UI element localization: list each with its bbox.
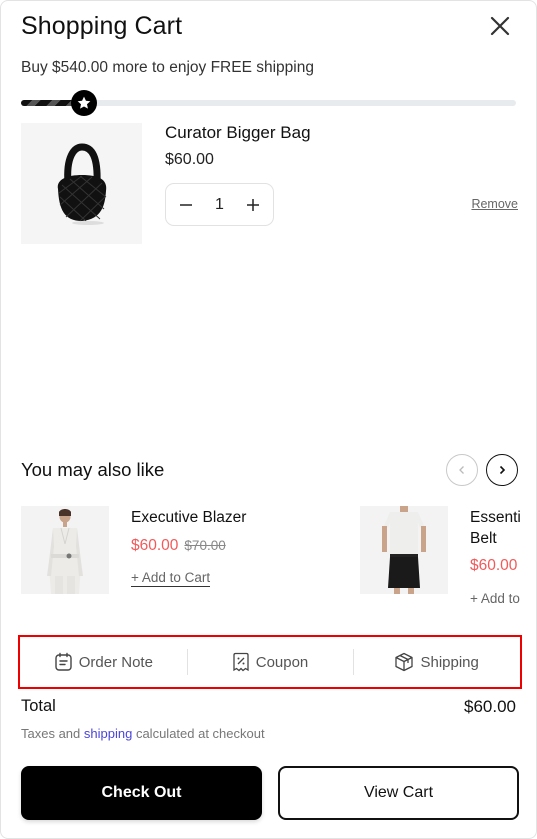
- cart-header: Shopping Cart: [21, 9, 516, 43]
- compare-price: $70.00: [184, 538, 226, 553]
- coupon-button[interactable]: Coupon: [186, 637, 354, 687]
- close-button[interactable]: [488, 14, 512, 38]
- add-to-cart-link[interactable]: + Add to Cart: [470, 590, 520, 606]
- free-shipping-progress: [21, 90, 516, 116]
- recommendations-title: You may also like: [21, 459, 165, 480]
- close-icon: [490, 16, 510, 36]
- outfit-image: [382, 506, 426, 594]
- recommended-product-name-line1: Essenti: [470, 509, 520, 526]
- cart-item: Curator Bigger Bag $60.00 1 Remove: [21, 123, 518, 244]
- recommended-product-price: $60.00: [470, 557, 517, 575]
- cart-item-price: $60.00: [165, 151, 214, 168]
- order-note-label: Order Note: [78, 653, 153, 671]
- quantity-value[interactable]: 1: [210, 196, 230, 214]
- tax-note-prefix: Taxes and: [21, 726, 81, 741]
- recommended-product-image[interactable]: [21, 506, 109, 594]
- increase-quantity-button[interactable]: [245, 197, 261, 213]
- checkout-button[interactable]: Check Out: [21, 766, 262, 820]
- page-title: Shopping Cart: [21, 12, 183, 40]
- product-image[interactable]: [21, 123, 142, 244]
- plus-icon: [247, 198, 259, 211]
- chevron-right-icon: [499, 465, 506, 475]
- quantity-stepper: 1: [165, 183, 274, 226]
- free-shipping-message: Buy $540.00 more to enjoy FREE shipping: [21, 59, 314, 76]
- cart-item-name[interactable]: Curator Bigger Bag: [165, 123, 311, 143]
- recommendations-next-button[interactable]: [486, 454, 518, 486]
- cart-drawer: Shopping Cart Buy $540.00 more to enjoy …: [0, 0, 537, 839]
- tax-note-suffix: calculated at checkout: [135, 726, 265, 741]
- star-icon: [77, 96, 91, 109]
- blazer-image: [47, 509, 83, 594]
- progress-marker: [71, 90, 97, 116]
- total-value: $60.00: [464, 697, 516, 716]
- recommendations-prev-button[interactable]: [446, 454, 478, 486]
- recommended-product-price: $60.00 $70.00: [131, 537, 226, 555]
- sale-price: $60.00: [131, 537, 179, 554]
- shipping-policy-link[interactable]: shipping: [84, 726, 132, 741]
- recommended-product-name-line2: Belt: [470, 530, 497, 547]
- cart-tools-bar: Order Note Coupon Shipping: [18, 635, 522, 689]
- recommended-product-name[interactable]: Essenti Belt: [470, 507, 520, 549]
- bag-image: [57, 142, 106, 225]
- remove-item-link[interactable]: Remove: [471, 197, 518, 211]
- coupon-label: Coupon: [255, 653, 309, 671]
- order-note-button[interactable]: Order Note: [20, 637, 187, 687]
- coupon-icon: [233, 652, 249, 672]
- box-icon: [395, 652, 414, 672]
- sale-price: $60.00: [470, 557, 518, 574]
- shipping-label: Shipping: [420, 653, 479, 671]
- note-icon: [55, 652, 72, 671]
- recommended-product: Essenti Belt $60.00 + Add to Cart: [360, 506, 520, 606]
- add-to-cart-link[interactable]: + Add to Cart: [131, 569, 211, 587]
- decrease-quantity-button[interactable]: [178, 197, 194, 213]
- view-cart-button[interactable]: View Cart: [278, 766, 519, 820]
- tax-note: Taxes and shipping calculated at checkou…: [21, 726, 265, 741]
- minus-icon: [180, 203, 192, 206]
- recommended-product-image[interactable]: [360, 506, 448, 594]
- total-label: Total: [21, 697, 56, 715]
- recommended-product: Executive Blazer $60.00 $70.00 + Add to C…: [21, 506, 341, 606]
- chevron-left-icon: [459, 466, 464, 474]
- shipping-button[interactable]: Shipping: [353, 637, 520, 687]
- recommended-product-name[interactable]: Executive Blazer: [131, 507, 246, 528]
